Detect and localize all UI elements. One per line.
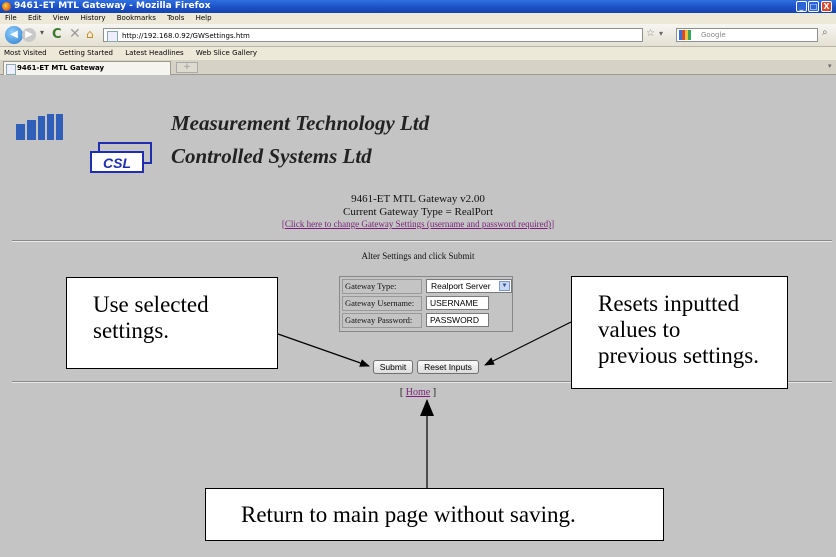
arrow-to-reset: [484, 321, 572, 366]
annotation-arrows: [277, 321, 572, 488]
arrow-head: [420, 399, 434, 416]
arrow-to-submit: [277, 333, 370, 367]
